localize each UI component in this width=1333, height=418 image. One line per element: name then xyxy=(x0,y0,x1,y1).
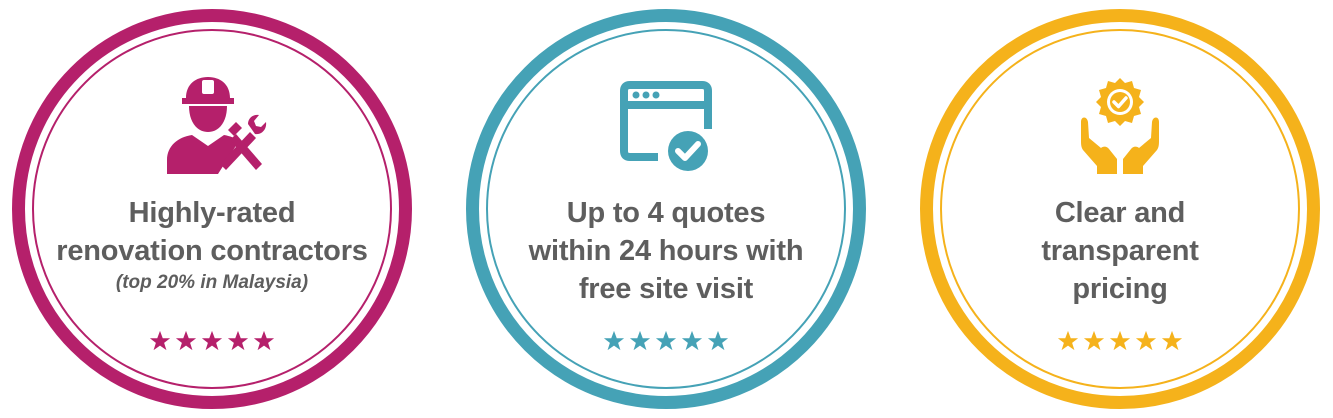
badge-text: Up to 4 quotes within 24 hours with free… xyxy=(499,194,833,308)
star-icon xyxy=(227,330,249,351)
feature-badge-quotes: Up to 4 quotes within 24 hours with free… xyxy=(466,9,866,409)
star-icon xyxy=(1057,330,1079,351)
star-icon xyxy=(201,330,223,351)
badge-headline: Highly-rated renovation contractors xyxy=(45,194,379,270)
badge-headline: Up to 4 quotes within 24 hours with free… xyxy=(499,194,833,308)
star-icon xyxy=(175,330,197,351)
star-icon xyxy=(629,330,651,351)
headline-line: pricing xyxy=(1072,273,1168,305)
contractor-worker-tools-icon xyxy=(152,74,272,174)
badge-subnote: (top 20% in Malaysia) xyxy=(115,272,309,293)
star-icon xyxy=(1161,330,1183,351)
feature-badge-contractors: Highly-rated renovation contractors (top… xyxy=(12,9,412,409)
badge-text: Clear and transparent pricing xyxy=(953,194,1287,308)
headline-line: within 24 hours with xyxy=(528,235,804,267)
star-icon xyxy=(149,330,171,351)
hands-holding-certified-badge-icon xyxy=(1075,76,1165,176)
star-icon xyxy=(655,330,677,351)
badge-text: Highly-rated renovation contractors (top… xyxy=(45,194,379,296)
headline-line: free site visit xyxy=(578,273,754,305)
star-icon xyxy=(681,330,703,351)
star-rating xyxy=(1057,330,1184,352)
headline-line: renovation contractors xyxy=(56,235,368,267)
star-icon xyxy=(253,330,275,351)
badge-headline: Clear and transparent pricing xyxy=(953,194,1287,308)
browser-window-checkmark-icon xyxy=(618,79,714,175)
feature-badge-pricing: Clear and transparent pricing xyxy=(920,9,1320,409)
star-icon xyxy=(603,330,625,351)
star-icon xyxy=(1109,330,1131,351)
headline-line: transparent xyxy=(1041,235,1199,267)
star-rating xyxy=(149,330,276,352)
headline-line: Highly-rated xyxy=(128,197,296,229)
headline-line: Up to 4 quotes xyxy=(566,197,766,229)
star-icon xyxy=(707,330,729,351)
star-rating xyxy=(603,330,730,352)
star-icon xyxy=(1083,330,1105,351)
star-icon xyxy=(1135,330,1157,351)
headline-line: Clear and xyxy=(1054,197,1186,229)
